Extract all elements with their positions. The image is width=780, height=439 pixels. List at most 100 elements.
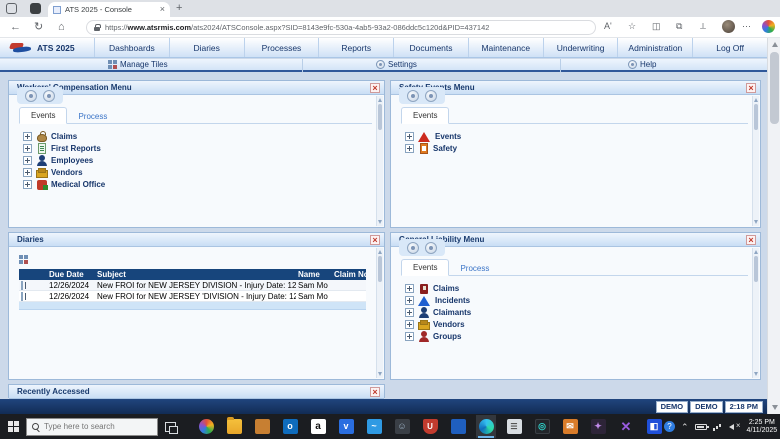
taskbar-app-file-explorer[interactable]	[224, 415, 244, 438]
tab-close-icon[interactable]: ×	[160, 5, 165, 14]
collections-icon[interactable]: ⧉	[676, 21, 682, 32]
copilot-icon[interactable]	[762, 20, 775, 33]
taskbar-app-people[interactable]: ☺	[392, 415, 412, 438]
favorites-star-icon[interactable]: ☆	[628, 21, 636, 32]
tree-item-incidents[interactable]: Incidents	[405, 295, 746, 305]
nav-brand[interactable]: ATS 2025	[0, 38, 94, 57]
col-due-date[interactable]: Due Date	[47, 270, 95, 279]
browser-tab[interactable]: ATS 2025 - Console ×	[48, 2, 170, 17]
close-icon[interactable]	[746, 235, 756, 245]
col-subject[interactable]: Subject	[95, 270, 296, 279]
expand-icon[interactable]	[23, 156, 32, 165]
refresh-icon[interactable]: ↻	[34, 20, 43, 34]
tree-item-claimants[interactable]: Claimants	[405, 307, 746, 317]
panel-header[interactable]: Workers' Compensation Menu	[9, 81, 384, 95]
address-bar[interactable]: https://www.atsrmis.com/ats2024/ATSConso…	[86, 20, 596, 35]
taskbar-app-mail[interactable]: ✉	[560, 415, 580, 438]
tab-events[interactable]: Events	[401, 259, 449, 276]
table-row[interactable]: 12/26/2024 New FROI for NEW JERSEY 'DIVI…	[19, 291, 366, 302]
row-expand-icon[interactable]	[21, 292, 23, 301]
panel-scrollbar[interactable]	[752, 248, 759, 378]
panel-header[interactable]: Safety Events Menu	[391, 81, 760, 95]
taskbar-app-amazon[interactable]: a	[308, 415, 328, 438]
info-icon[interactable]	[407, 90, 419, 102]
battery-icon[interactable]	[695, 424, 707, 430]
tab-events[interactable]: Events	[19, 107, 67, 124]
tab-process[interactable]: Process	[67, 109, 118, 124]
scroll-up-icon[interactable]	[772, 42, 778, 47]
taskbar-app-visual-studio[interactable]: ✕	[616, 415, 636, 438]
taskbar-search[interactable]	[26, 418, 158, 436]
expand-icon[interactable]	[405, 332, 414, 341]
nav-item-diaries[interactable]: Diaries	[169, 38, 244, 57]
expand-icon[interactable]	[405, 308, 414, 317]
taskbar-app-blue-window[interactable]: ◧	[644, 415, 664, 438]
nav-item-dashboards[interactable]: Dashboards	[94, 38, 169, 57]
scrollbar-thumb[interactable]	[378, 256, 382, 282]
nav-item-processes[interactable]: Processes	[244, 38, 319, 57]
taskbar-app-antivirus[interactable]: U	[420, 415, 440, 438]
expand-icon[interactable]	[405, 144, 414, 153]
panel-scrollbar[interactable]	[752, 96, 759, 226]
close-icon[interactable]	[370, 387, 380, 397]
tree-item-groups[interactable]: Groups	[405, 331, 746, 341]
split-screen-icon[interactable]: ◫	[652, 21, 661, 32]
expand-icon[interactable]	[405, 284, 414, 293]
taskbar-app-blue[interactable]: ~	[364, 415, 384, 438]
taskbar-app-edge[interactable]	[476, 415, 496, 438]
new-tab-button[interactable]: +	[176, 3, 182, 14]
pin-icon[interactable]	[425, 242, 437, 254]
profile-avatar[interactable]	[722, 20, 735, 33]
taskbar-app-notepad[interactable]: ☰	[504, 415, 524, 438]
expand-icon[interactable]	[23, 168, 32, 177]
col-name[interactable]: Name	[296, 270, 332, 279]
manage-tiles-button[interactable]: Manage Tiles	[108, 60, 168, 69]
tree-item-events[interactable]: Events	[405, 131, 746, 141]
nav-item-reports[interactable]: Reports	[318, 38, 393, 57]
browser-app-icon[interactable]	[30, 3, 41, 14]
tree-item-medical-office[interactable]: Medical Office	[23, 179, 370, 189]
taskbar-clock[interactable]: 2:25 PM4/11/2025	[747, 419, 778, 435]
expand-icon[interactable]	[23, 144, 32, 153]
tree-item-employees[interactable]: Employees	[23, 155, 370, 165]
scrollbar-thumb[interactable]	[770, 52, 779, 124]
close-icon[interactable]	[370, 235, 380, 245]
volume-muted-icon[interactable]	[729, 422, 741, 431]
pin-icon[interactable]	[43, 90, 55, 102]
home-icon[interactable]: ⌂	[58, 20, 65, 34]
page-scrollbar[interactable]	[767, 38, 780, 414]
taskbar-app-webex[interactable]: ◎	[532, 415, 552, 438]
tree-item-claims[interactable]: Claims	[405, 283, 746, 293]
table-row[interactable]: 12/26/2024 New FROI for NEW JERSEY DIVIS…	[19, 280, 366, 291]
expand-icon[interactable]	[405, 132, 414, 141]
nav-item-maintenance[interactable]: Maintenance	[468, 38, 543, 57]
tab-process[interactable]: Process	[449, 261, 500, 276]
taskbar-app-assistant[interactable]: ✦	[588, 415, 608, 438]
nav-item-log-off[interactable]: Log Off	[692, 38, 767, 57]
start-button[interactable]	[0, 414, 26, 439]
tab-events[interactable]: Events	[401, 107, 449, 124]
grid-view-icon[interactable]	[19, 255, 29, 265]
info-icon[interactable]	[25, 90, 37, 102]
col-claim-no[interactable]: Claim No	[332, 270, 366, 279]
tree-item-claims[interactable]: Claims	[23, 131, 370, 141]
info-icon[interactable]	[407, 242, 419, 254]
taskbar-app-pinwheel[interactable]	[196, 415, 216, 438]
pin-icon[interactable]	[425, 90, 437, 102]
scroll-down-icon[interactable]	[772, 405, 778, 410]
tree-item-first-reports[interactable]: First Reports	[23, 143, 370, 153]
task-view-icon[interactable]	[158, 414, 182, 439]
network-icon[interactable]	[713, 423, 723, 431]
taskbar-app-outlook[interactable]: o	[280, 415, 300, 438]
more-options-icon[interactable]: ⋯	[742, 21, 751, 32]
settings-button[interactable]: Settings	[376, 60, 417, 69]
help-tray-icon[interactable]: ?	[664, 421, 675, 432]
expand-icon[interactable]	[405, 296, 414, 305]
nav-item-underwriting[interactable]: Underwriting	[543, 38, 618, 57]
panel-scrollbar[interactable]	[376, 96, 383, 226]
panel-scrollbar[interactable]	[376, 248, 383, 378]
taskbar-app-blue-v[interactable]: v	[336, 415, 356, 438]
tree-item-vendors[interactable]: Vendors	[23, 167, 370, 177]
tray-chevron-icon[interactable]: ⌃	[681, 422, 689, 432]
extensions-icon[interactable]: ⟂	[700, 21, 706, 32]
